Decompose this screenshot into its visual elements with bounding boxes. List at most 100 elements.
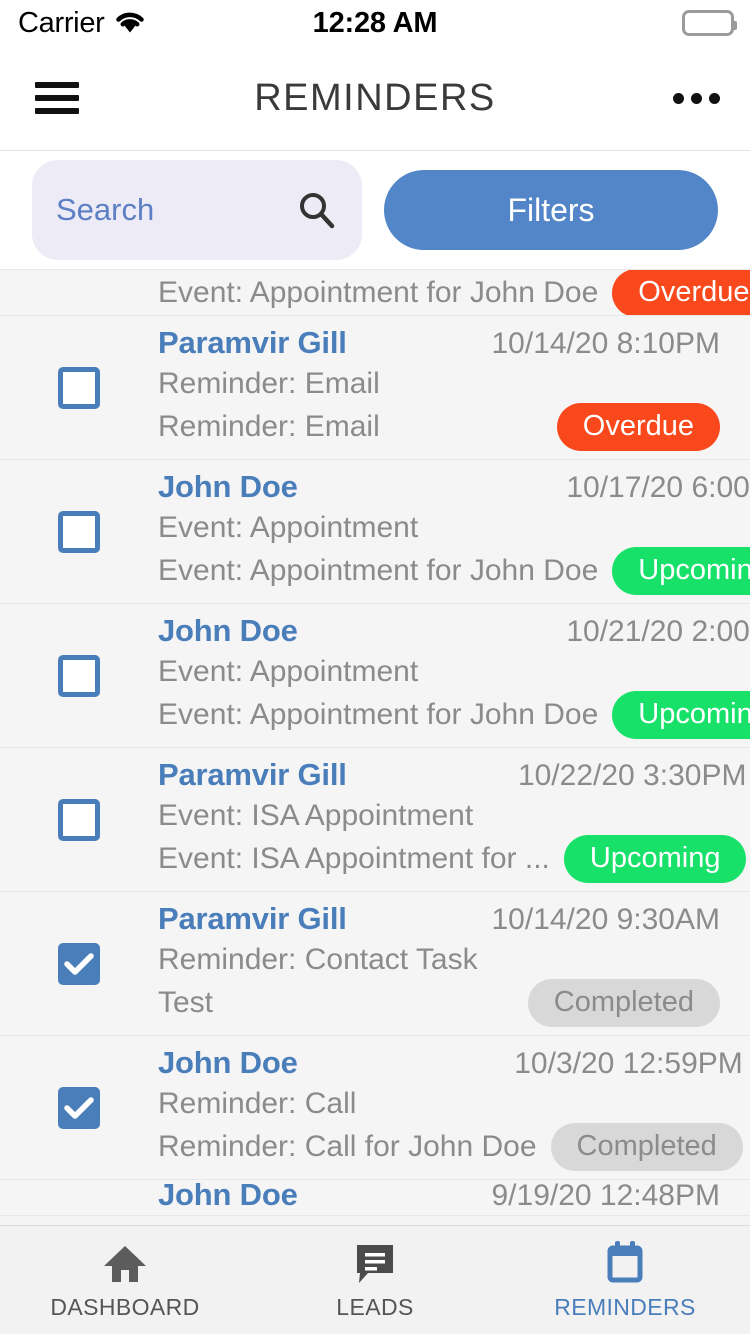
checkbox-cell (0, 798, 158, 841)
status-badge: Overdue (612, 270, 750, 315)
tab-reminders[interactable]: REMINDERS (500, 1226, 750, 1334)
row-body: John Doe 10/21/20 2:00PM Event: Appointmen… (158, 604, 750, 747)
status-badge: Upcoming (612, 690, 750, 739)
clock-label: 12:28 AM (312, 6, 438, 39)
rows-container: Paramvir Gill 10/14/20 8:10PM Reminder: Em… (0, 316, 750, 1180)
status-bar: Carrier 12:28 AM (0, 0, 750, 46)
page-title: REMINDERS (254, 76, 496, 119)
checkbox-cell (0, 942, 158, 985)
row-contact-name[interactable]: John Doe (158, 469, 298, 505)
chat-icon (354, 1240, 396, 1286)
row-description-2: Event: ISA Appointment for ... (158, 841, 550, 875)
tab-dashboard[interactable]: DASHBOARD (0, 1226, 250, 1334)
row-contact-name[interactable]: Paramvir Gill (158, 901, 347, 937)
list-item[interactable]: Paramvir Gill 10/22/20 3:30PM Event: ISA A… (0, 748, 750, 892)
row-datetime: 9/19/20 12:48PM (491, 1180, 720, 1212)
tab-label: LEADS (336, 1293, 414, 1320)
search-placeholder: Search (56, 192, 155, 227)
search-icon[interactable] (296, 190, 336, 230)
hamburger-menu-icon[interactable] (35, 82, 79, 114)
row-body: John Doe 9/19/20 12:48PM (158, 1180, 750, 1215)
row-description-2: Event: Appointment for John Doe (158, 697, 599, 731)
reminders-list[interactable]: Event: Appointment for John Doe Overdue … (0, 269, 750, 1225)
row-description-2: Reminder: Email (158, 409, 380, 443)
row-line-1: John Doe 9/19/20 12:48PM (158, 1180, 720, 1213)
navigation-bar: REMINDERS (0, 46, 750, 151)
row-description-1: Event: Appointment (158, 510, 419, 544)
tab-label: REMINDERS (554, 1293, 696, 1320)
status-badge: Upcoming (563, 834, 747, 883)
row-contact-name[interactable]: John Doe (158, 613, 298, 649)
list-item-partial-top[interactable]: Event: Appointment for John Doe Overdue (0, 270, 750, 316)
checkbox-cell (0, 366, 158, 409)
checkbox-cell (0, 654, 158, 697)
row-description-1: Reminder: Call (158, 1086, 357, 1120)
row-description-2: Reminder: Call for John Doe (158, 1129, 537, 1163)
app-screen: Carrier 12:28 AM REMINDERS Search Filter… (0, 0, 750, 1334)
tab-label: DASHBOARD (50, 1293, 200, 1320)
row-line-1: John Doe 10/21/20 2:00PM (158, 613, 750, 649)
row-line-1: Paramvir Gill 10/22/20 3:30PM (158, 757, 746, 793)
list-item-partial-bottom[interactable]: John Doe 9/19/20 12:48PM (0, 1180, 750, 1216)
battery-full-icon (682, 10, 737, 36)
dot (673, 92, 684, 104)
row-checkbox[interactable] (58, 654, 100, 697)
row-line-3: Event: Appointment for John Doe Overdue (158, 270, 750, 315)
row-line-1: John Doe 10/17/20 6:00PM (158, 469, 750, 505)
hamburger-bar (35, 95, 79, 101)
row-description-2: Test (158, 985, 214, 1019)
list-item[interactable]: Paramvir Gill 10/14/20 9:30AM Reminder: Co… (0, 892, 750, 1036)
list-item[interactable]: John Doe 10/3/20 12:59PM Reminder: Call Rem… (0, 1036, 750, 1180)
row-datetime: 10/21/20 2:00PM (566, 614, 750, 648)
row-datetime: 10/22/20 3:30PM (517, 758, 747, 792)
row-line-3: Event: Appointment for John Doe Upcoming (158, 546, 750, 595)
row-body: Paramvir Gill 10/14/20 8:10PM Reminder: Em… (158, 316, 750, 459)
home-icon (102, 1240, 148, 1286)
row-line-3: Test Completed (158, 978, 720, 1027)
list-item[interactable]: John Doe 10/21/20 2:00PM Event: Appointmen… (0, 604, 750, 748)
row-line-3: Reminder: Email Overdue (158, 402, 720, 451)
checkbox-cell (0, 1086, 158, 1129)
row-description-1: Event: ISA Appointment (158, 798, 474, 832)
row-datetime: 10/14/20 8:10PM (491, 326, 720, 360)
row-checkbox[interactable] (58, 510, 100, 553)
row-body: John Doe 10/17/20 6:00PM Event: Appointmen… (158, 460, 750, 603)
list-item[interactable]: Paramvir Gill 10/14/20 8:10PM Reminder: Em… (0, 316, 750, 460)
row-contact-name[interactable]: Paramvir Gill (158, 757, 347, 793)
row-description-1: Event: Appointment (158, 654, 419, 688)
status-badge: Overdue (556, 402, 720, 451)
row-checkbox[interactable] (58, 942, 100, 985)
row-line-1: Paramvir Gill 10/14/20 8:10PM (158, 325, 720, 361)
dot (709, 92, 720, 104)
calendar-icon (603, 1240, 647, 1286)
search-toolbar: Search Filters (0, 151, 750, 269)
list-item[interactable]: John Doe 10/17/20 6:00PM Event: Appointmen… (0, 460, 750, 604)
row-body: Paramvir Gill 10/14/20 9:30AM Reminder: Co… (158, 892, 750, 1035)
row-line-3: Event: ISA Appointment for ... Upcoming (158, 834, 747, 883)
bottom-tab-bar: DASHBOARD LEADS REMINDERS (0, 1225, 750, 1334)
row-datetime: 10/17/20 6:00PM (566, 470, 750, 504)
row-body: Event: Appointment for John Doe Overdue (158, 270, 750, 315)
row-line-1: Paramvir Gill 10/14/20 9:30AM (158, 901, 720, 937)
row-contact-name[interactable]: Paramvir Gill (158, 325, 347, 361)
hamburger-bar (35, 108, 79, 114)
status-badge: Completed (527, 978, 720, 1027)
row-line-3: Reminder: Call for John Doe Completed (158, 1122, 743, 1171)
row-body: John Doe 10/3/20 12:59PM Reminder: Call Rem… (158, 1036, 750, 1179)
row-checkbox[interactable] (58, 1086, 100, 1129)
hamburger-bar (35, 82, 79, 88)
checkbox-cell (0, 510, 158, 553)
row-checkbox[interactable] (58, 366, 100, 409)
row-description-2: Event: Appointment for John Doe (158, 553, 599, 587)
search-input[interactable]: Search (32, 160, 362, 260)
row-body: Paramvir Gill 10/22/20 3:30PM Event: ISA A… (158, 748, 750, 891)
more-options-icon[interactable] (673, 92, 720, 104)
filters-button[interactable]: Filters (384, 170, 718, 250)
row-description-1: Reminder: Email (158, 366, 380, 400)
row-checkbox[interactable] (58, 798, 100, 841)
row-contact-name[interactable]: John Doe (158, 1045, 298, 1081)
tab-leads[interactable]: LEADS (250, 1226, 500, 1334)
row-datetime: 10/3/20 12:59PM (514, 1046, 743, 1080)
status-badge: Completed (550, 1122, 743, 1171)
row-contact-name[interactable]: John Doe (158, 1180, 298, 1213)
